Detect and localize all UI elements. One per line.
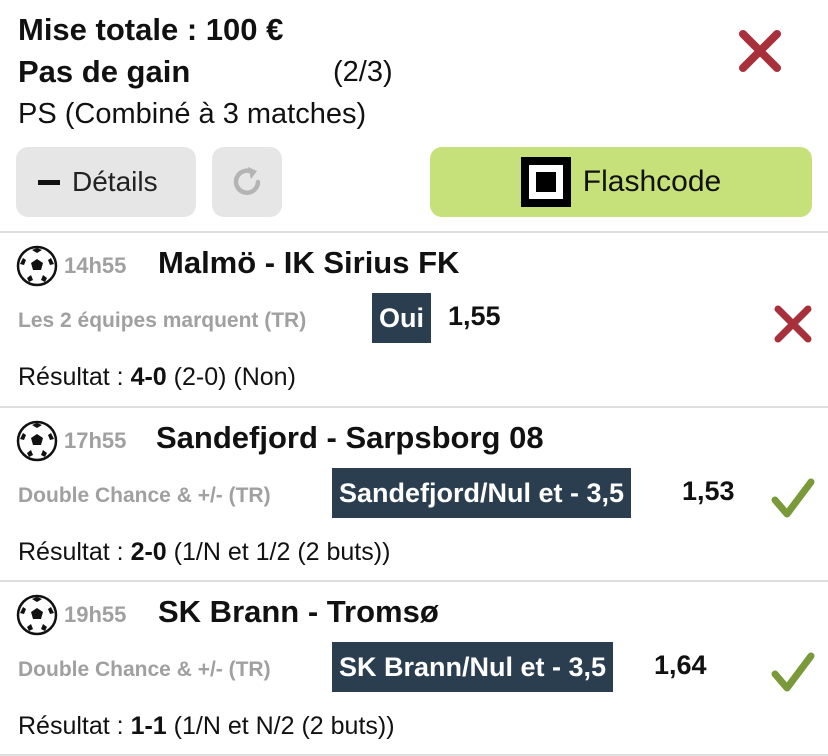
lost-x-icon [774,305,812,343]
red-x-icon [739,30,781,72]
match-time: 17h55 [64,428,127,453]
soccer-ball-icon [16,245,58,287]
pick-badge: Sandefjord/Nul et - 3,5 [332,468,632,518]
match-time: 19h55 [64,602,127,627]
odds-value: 1,55 [448,301,501,331]
market-label: Double Chance & +/- (TR) [18,658,271,681]
bet-type: PS (Combiné à 3 matches) [18,98,367,130]
minus-icon [38,179,60,185]
pick-badge: SK Brann/Nul et - 3,5 [332,642,614,692]
market-label: Les 2 équipes marquent (TR) [18,309,307,332]
match-time: 14h55 [64,253,127,278]
details-button[interactable]: Détails [16,147,196,217]
refresh-icon [233,167,261,195]
flashcode-button[interactable]: Flashcode [430,147,812,217]
qr-code-icon [520,157,571,207]
refresh-button[interactable] [212,147,282,217]
match-result: Résultat : 4-0 (2-0) (Non) [18,363,296,391]
match-teams: Malmö - IK Sirius FK [158,245,460,280]
match-row: 14h55 Malmö - IK Sirius FK Les 2 équipes… [0,233,828,405]
soccer-ball-icon [16,594,58,636]
gain-count: (2/3) [333,56,393,88]
market-label: Double Chance & +/- (TR) [18,484,271,507]
soccer-ball-icon [16,420,58,462]
details-label: Détails [72,166,158,197]
ticket-header: Mise totale : 100 € Pas de gain (2/3) PS… [0,0,828,230]
match-row: 17h55 Sandefjord - Sarpsborg 08 Double C… [0,408,828,580]
match-result: Résultat : 1-1 (1/N et N/2 (2 buts)) [18,712,395,740]
green-check-icon [771,652,815,692]
match-teams: SK Brann - Tromsø [158,594,439,629]
match-teams: Sandefjord - Sarpsborg 08 [156,420,544,455]
total-stake: Mise totale : 100 € [18,12,284,47]
flashcode-label: Flashcode [582,165,722,198]
match-result: Résultat : 2-0 (1/N et 1/2 (2 buts)) [18,538,391,566]
green-check-icon [771,478,815,518]
odds-value: 1,53 [682,476,735,506]
pick-badge: Oui [372,293,431,343]
match-row: 19h55 SK Brann - Tromsø Double Chance & … [0,582,828,754]
odds-value: 1,64 [654,650,707,680]
gain-status: Pas de gain [18,54,191,89]
